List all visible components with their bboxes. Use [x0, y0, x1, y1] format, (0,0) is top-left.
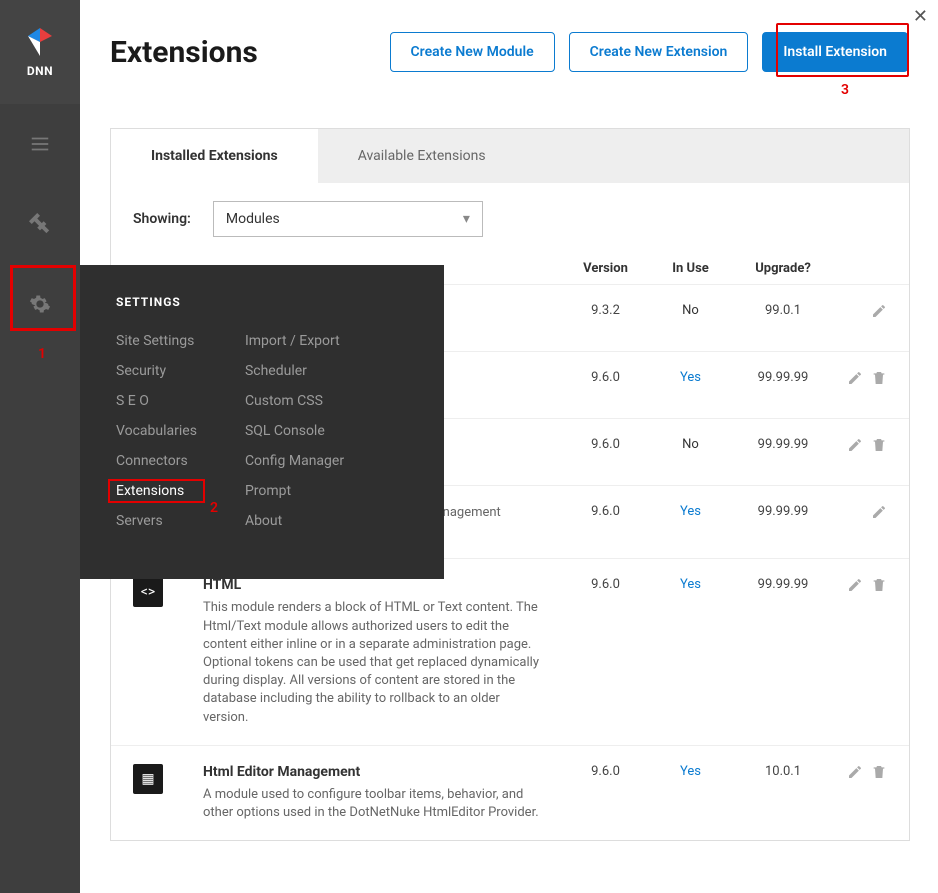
- sidebar-content-button[interactable]: [0, 104, 80, 184]
- sidebar-tools-button[interactable]: [0, 184, 80, 264]
- flyout-item-security[interactable]: Security: [116, 363, 197, 379]
- annotation-label-2: 2: [210, 500, 218, 516]
- extension-desc: This module renders a block of HTML or T…: [203, 599, 543, 726]
- edit-icon[interactable]: [871, 303, 887, 323]
- edit-icon[interactable]: [847, 437, 863, 457]
- edit-icon[interactable]: [847, 764, 863, 784]
- create-extension-button[interactable]: Create New Extension: [569, 32, 749, 72]
- extension-inuse: No: [648, 303, 733, 333]
- edit-icon[interactable]: [847, 370, 863, 390]
- showing-label: Showing:: [133, 211, 191, 227]
- sidebar-settings-button[interactable]: [0, 264, 80, 344]
- type-select-value: Modules: [226, 211, 280, 227]
- extension-version: 9.3.2: [563, 303, 648, 333]
- type-select[interactable]: Modules ▾: [213, 201, 483, 237]
- delete-icon[interactable]: [871, 437, 887, 457]
- flyout-item-about[interactable]: About: [245, 513, 344, 529]
- extension-desc: A module used to configure toolbar items…: [203, 786, 543, 822]
- extension-version: 9.6.0: [563, 764, 648, 822]
- chevron-down-icon: ▾: [463, 211, 470, 227]
- flyout-title: SETTINGS: [116, 295, 414, 309]
- flyout-item-scheduler[interactable]: Scheduler: [245, 363, 344, 379]
- extension-version: 9.6.0: [563, 437, 648, 467]
- install-extension-button[interactable]: Install Extension: [762, 32, 908, 72]
- extension-version: 9.6.0: [563, 577, 648, 726]
- delete-icon[interactable]: [871, 370, 887, 390]
- col-version: Version: [563, 261, 648, 276]
- extension-icon: ▦: [133, 764, 203, 822]
- header-buttons: Create New Module Create New Extension I…: [390, 32, 908, 72]
- flyout-item-custom-css[interactable]: Custom CSS: [245, 393, 344, 409]
- settings-flyout: SETTINGS Site Settings Security S E O Vocab…: [80, 265, 444, 579]
- flyout-item-config-manager[interactable]: Config Manager: [245, 453, 344, 469]
- edit-icon[interactable]: [847, 577, 863, 597]
- filter-row: Showing: Modules ▾: [111, 183, 909, 249]
- extension-row: <>HTML This module renders a block of HTM…: [111, 558, 909, 744]
- tab-installed[interactable]: Installed Extensions: [111, 129, 318, 183]
- edit-icon[interactable]: [871, 504, 887, 524]
- flyout-item-site-settings[interactable]: Site Settings: [116, 333, 197, 349]
- logo-text: DNN: [27, 64, 53, 78]
- extension-title: HTML: [203, 577, 543, 593]
- extension-upgrade: 99.99.99: [733, 437, 833, 467]
- extension-inuse: Yes: [648, 577, 733, 726]
- logo: DNN: [0, 0, 80, 104]
- flyout-item-prompt[interactable]: Prompt: [245, 483, 344, 499]
- extension-inuse: Yes: [648, 370, 733, 400]
- extension-title: Html Editor Management: [203, 764, 543, 780]
- annotation-label-1: 1: [38, 346, 46, 362]
- dnn-logo-icon: [24, 26, 56, 58]
- delete-icon[interactable]: [871, 577, 887, 597]
- page-title: Extensions: [110, 35, 258, 70]
- flyout-item-s-e-o[interactable]: S E O: [116, 393, 197, 409]
- delete-icon[interactable]: [871, 764, 887, 784]
- flyout-item-sql-console[interactable]: SQL Console: [245, 423, 344, 439]
- left-sidebar: DNN: [0, 0, 80, 893]
- extension-inuse: Yes: [648, 504, 733, 540]
- extension-icon: <>: [133, 577, 203, 726]
- page-header: Extensions Create New Module Create New …: [80, 0, 938, 104]
- extension-version: 9.6.0: [563, 370, 648, 400]
- flyout-item-import-export[interactable]: Import / Export: [245, 333, 344, 349]
- extension-version: 9.6.0: [563, 504, 648, 540]
- col-inuse: In Use: [648, 261, 733, 276]
- flyout-item-vocabularies[interactable]: Vocabularies: [116, 423, 197, 439]
- flyout-item-connectors[interactable]: Connectors: [116, 453, 197, 469]
- extension-upgrade: 99.99.99: [733, 370, 833, 400]
- col-upgrade: Upgrade?: [733, 261, 833, 276]
- create-module-button[interactable]: Create New Module: [390, 32, 555, 72]
- flyout-item-extensions[interactable]: Extensions: [108, 479, 205, 503]
- extension-upgrade: 99.0.1: [733, 303, 833, 333]
- tab-bar: Installed Extensions Available Extension…: [111, 129, 909, 183]
- tab-available[interactable]: Available Extensions: [318, 129, 526, 183]
- extension-upgrade: 99.99.99: [733, 504, 833, 540]
- extension-inuse: Yes: [648, 764, 733, 822]
- extension-upgrade: 10.0.1: [733, 764, 833, 822]
- annotation-label-3: 3: [841, 82, 849, 98]
- extension-upgrade: 99.99.99: [733, 577, 833, 726]
- flyout-item-servers[interactable]: Servers: [116, 513, 197, 529]
- extension-inuse: No: [648, 437, 733, 467]
- extension-row: ▦Html Editor Management A module used to …: [111, 745, 909, 840]
